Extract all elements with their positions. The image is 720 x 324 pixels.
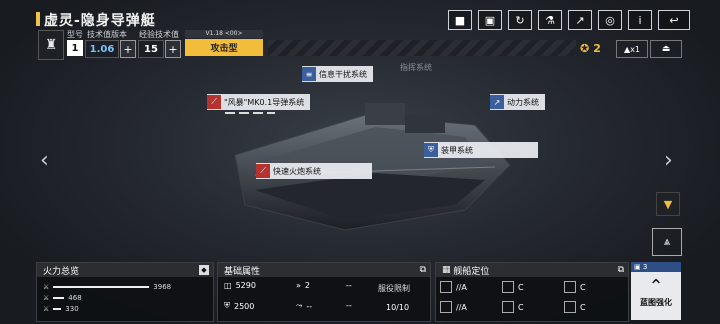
role-cell: C [564, 281, 586, 293]
back-icon[interactable]: ↩ [658, 10, 690, 30]
power-system-tag[interactable]: ↗ 动力系统 [490, 94, 545, 110]
evasion-icon: ⤳ [296, 301, 303, 310]
firepower-row: ⚔ 468 [43, 293, 82, 302]
fleet-count-button[interactable]: ▲ x1 [616, 40, 648, 58]
page-title: 虚灵-隐身导弹艇 [44, 13, 156, 29]
expand-button[interactable]: ▼ [656, 192, 680, 216]
camera-icon[interactable]: ■ [448, 10, 472, 30]
role-cell: C [502, 301, 524, 313]
scan-icon[interactable]: ◎ [598, 10, 622, 30]
firepower-title: 火力总览 ◆ [37, 263, 213, 277]
expand-icon[interactable]: ⧉ [420, 265, 426, 275]
weapon-icon: ⚔ [43, 282, 50, 291]
missile-progress [225, 112, 275, 114]
model-value: 1 [67, 40, 83, 56]
firepower-bar [53, 307, 62, 310]
armor-stat: ⛨ 2500 [224, 301, 255, 311]
toolbar: ■ ▣ ↻ ⚗ ↗ ◎ i ↩ [448, 10, 690, 30]
armor-icon: ⛨ [224, 301, 230, 310]
service-limit-label: 服役限制 [378, 284, 410, 293]
firepower-info-icon[interactable]: ◆ [199, 265, 209, 275]
refresh-icon[interactable]: ↻ [508, 10, 532, 30]
missile-icon: ⟋ [207, 95, 221, 109]
rank-button[interactable]: ⩓ [652, 228, 682, 256]
blueprint-count: ▣ 3 [631, 262, 681, 272]
speed-stat: » 2 [296, 281, 310, 290]
extra-stat-1: -- [346, 281, 352, 290]
gear-coin-icon: ✪ [580, 41, 590, 55]
cannon-icon: ⟋ [256, 164, 270, 178]
hp-icon: ◫ [224, 281, 232, 290]
role-cell: //A [440, 281, 467, 293]
next-ship-button[interactable]: › [664, 148, 673, 173]
missile-system-tag[interactable]: ⟋ "风暴"MK0.1导弹系统 [207, 94, 311, 110]
evasion-stat: ⤳ -- [296, 301, 313, 311]
triangle-down-icon: ▼ [663, 197, 673, 211]
service-limit-value: 10/10 [386, 303, 410, 312]
exp-upgrade-button[interactable]: + [165, 40, 181, 58]
firepower-bar [53, 285, 150, 288]
role-cell: //A [440, 301, 467, 313]
rapid-fire-system-tag[interactable]: ⟋ 快速火炮系统 [256, 163, 372, 179]
role-icon [440, 281, 452, 293]
role-cell: C [564, 301, 586, 313]
list-icon: ≡ [302, 67, 316, 81]
role-cell: C [502, 281, 524, 293]
stack-icon: ⏏ [661, 44, 671, 54]
weapon-icon: ⚔ [43, 293, 50, 302]
attributes-panel: 基础属性 ⧉ ◫ 5290 ⛨ 2500 » 2 ⤳ -- -- -- 服役限制 10/1… [217, 262, 431, 322]
expand-icon[interactable]: ⧉ [618, 265, 624, 275]
grid-icon: ▦ [442, 265, 451, 275]
hp-stat: ◫ 5290 [224, 281, 256, 290]
engine-icon: ↗ [490, 95, 504, 109]
image-icon[interactable]: ▣ [478, 10, 502, 30]
role-icon [440, 301, 452, 313]
flask-icon[interactable]: ⚗ [538, 10, 562, 30]
role-icon [564, 301, 576, 313]
blueprint-icon: ▣ [634, 263, 641, 271]
header-stripe [268, 40, 576, 56]
command-system-tag[interactable]: 指挥系统 [400, 62, 432, 73]
tech-value: 1.06 [85, 40, 119, 58]
rank-icon: ⩓ [663, 235, 671, 248]
role-icon [502, 281, 514, 293]
tech-upgrade-button[interactable]: + [120, 40, 136, 58]
exp-tech-label: 经验技术值 [139, 30, 179, 39]
extra-stat-2: -- [346, 301, 352, 310]
speed-icon: » [296, 281, 301, 290]
ship-type-badge: 攻击型 [185, 39, 263, 56]
chevron-up-icon: ⌃ [648, 276, 664, 297]
export-icon[interactable]: ↗ [568, 10, 592, 30]
role-icon [502, 301, 514, 313]
exp-value: 15 [138, 40, 164, 58]
version-label: V1.18 <00> [185, 30, 263, 38]
blueprint-enhance-button[interactable]: ▣ 3 ⌃ 蓝图强化 [631, 262, 681, 320]
position-title: ▦ 舰船定位 ⧉ [436, 263, 628, 277]
jamming-system-tag[interactable]: ≡ 信息干扰系统 [302, 66, 373, 82]
attributes-title: 基础属性 ⧉ [218, 263, 430, 277]
weapon-icon: ⚔ [43, 304, 50, 313]
model-label: 型号 [67, 30, 83, 39]
armor-system-tag[interactable]: ⛨ 装甲系统 [424, 142, 538, 158]
firepower-bar [53, 296, 65, 299]
stack-button[interactable]: ⏏ [650, 40, 682, 58]
firepower-panel: 火力总览 ◆ ⚔ 3968 ⚔ 468 ⚔ 330 [36, 262, 214, 322]
firepower-row: ⚔ 3968 [43, 282, 172, 291]
shield-icon: ⛨ [424, 143, 438, 157]
tech-version-label: 技术值版本 [87, 30, 127, 39]
info-icon[interactable]: i [628, 10, 652, 30]
position-panel: ▦ 舰船定位 ⧉ //A C C //A C C [435, 262, 629, 322]
blueprint-label: 蓝图强化 [640, 298, 672, 307]
title-accent [36, 12, 40, 26]
prev-ship-button[interactable]: ‹ [40, 148, 49, 173]
firepower-row: ⚔ 330 [43, 304, 79, 313]
role-icon [564, 281, 576, 293]
currency-display: ✪ 2 [580, 41, 601, 55]
faction-logo-icon: ♜ [38, 30, 64, 60]
